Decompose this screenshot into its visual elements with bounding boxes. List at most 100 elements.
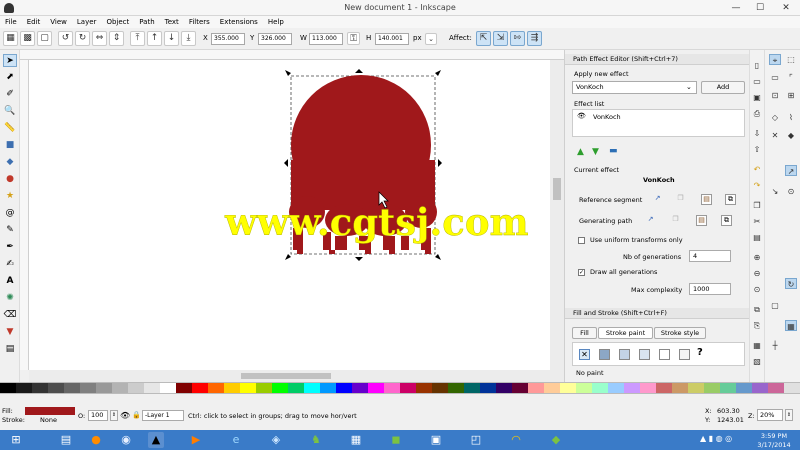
cut-icon[interactable]: ✂: [751, 216, 763, 227]
unit-dropdown-icon[interactable]: ⌄: [425, 33, 437, 45]
no-paint-icon[interactable]: ✕: [579, 349, 590, 360]
maximize-button[interactable]: ☐: [748, 0, 772, 16]
save-icon[interactable]: ▣: [751, 92, 763, 103]
undo-icon[interactable]: ↶: [751, 164, 763, 175]
lower-icon[interactable]: ↓: [164, 31, 179, 46]
move-up-icon[interactable]: ▲: [577, 147, 584, 157]
palette-swatch[interactable]: [80, 383, 96, 393]
palette-swatch[interactable]: [208, 383, 224, 393]
move-down-icon[interactable]: ▼: [592, 147, 599, 157]
open-icon[interactable]: ▭: [751, 76, 763, 87]
copy-generating-path-icon[interactable]: ❐: [670, 215, 681, 226]
palette-swatch[interactable]: [528, 383, 544, 393]
import-icon[interactable]: ⇩: [751, 128, 763, 139]
minimize-button[interactable]: —: [724, 0, 748, 16]
snap-paths-icon[interactable]: ⌇: [785, 112, 797, 123]
linear-gradient-icon[interactable]: [619, 349, 630, 360]
palette-swatch[interactable]: [0, 383, 16, 393]
flip-vertical-icon[interactable]: ⇕: [109, 31, 124, 46]
opacity-field[interactable]: 100: [88, 410, 108, 421]
scale-stroke-icon[interactable]: ⇱: [476, 31, 491, 46]
link-generating-path-icon[interactable]: ⧉: [721, 215, 732, 226]
color-palette[interactable]: [0, 382, 800, 394]
menu-view[interactable]: View: [45, 16, 72, 28]
eraser-tool-icon[interactable]: ⌫: [3, 309, 17, 322]
palette-swatch[interactable]: [752, 383, 768, 393]
palette-swatch[interactable]: [112, 383, 128, 393]
qq-icon[interactable]: ◉: [118, 432, 134, 448]
palette-swatch[interactable]: [160, 383, 176, 393]
zoom-selection-icon[interactable]: ⊕: [751, 252, 763, 263]
palette-swatch[interactable]: [304, 383, 320, 393]
clone-icon[interactable]: ⎘: [751, 320, 763, 331]
snap-cusp-nodes-icon[interactable]: ◆: [785, 130, 797, 141]
w-field[interactable]: 113.000: [309, 33, 343, 45]
firefox-icon[interactable]: ●: [88, 432, 104, 448]
tray-icons[interactable]: ▲ ▮ ◍ ◎: [700, 434, 732, 443]
palette-swatch[interactable]: [512, 383, 528, 393]
palette-swatch[interactable]: [608, 383, 624, 393]
add-effect-button[interactable]: Add: [701, 81, 745, 94]
palette-swatch[interactable]: [640, 383, 656, 393]
select-all-layers-icon[interactable]: ▩: [20, 31, 35, 46]
gradient-tool-icon[interactable]: ▤: [3, 343, 17, 356]
rotate-cw-icon[interactable]: ↻: [75, 31, 90, 46]
horizontal-scroll-thumb[interactable]: [241, 373, 331, 379]
edit-generating-path-icon[interactable]: ↗: [645, 215, 656, 226]
h-field[interactable]: 140.001: [375, 33, 409, 45]
palette-swatch[interactable]: [64, 383, 80, 393]
edit-on-canvas-icon[interactable]: ↗: [652, 194, 663, 205]
remove-effect-icon[interactable]: ▬: [609, 146, 618, 156]
video-icon[interactable]: ▣: [428, 432, 444, 448]
swatch-icon[interactable]: [679, 349, 690, 360]
palette-swatch[interactable]: [448, 383, 464, 393]
menu-edit[interactable]: Edit: [22, 16, 46, 28]
layer-dropdown[interactable]: -Layer 1: [142, 410, 184, 421]
duplicate-icon[interactable]: ⧉: [751, 304, 763, 315]
scale-corners-icon[interactable]: ⇲: [493, 31, 508, 46]
palette-swatch[interactable]: [320, 383, 336, 393]
layer-lock-icon[interactable]: 🔒: [132, 411, 141, 419]
app-icon[interactable]: ◈: [268, 432, 284, 448]
zoom-spinner-icon[interactable]: ⇕: [785, 409, 793, 421]
palette-swatch[interactable]: [784, 383, 800, 393]
copy-path-icon[interactable]: ❐: [675, 194, 686, 205]
spiral-tool-icon[interactable]: @: [3, 207, 17, 220]
game-icon[interactable]: ♞: [308, 432, 324, 448]
palette-swatch[interactable]: [400, 383, 416, 393]
tab-stroke-paint[interactable]: Stroke paint: [598, 327, 653, 339]
group-icon[interactable]: ▦: [751, 340, 763, 351]
export-icon[interactable]: ⇧: [751, 144, 763, 155]
menu-object[interactable]: Object: [101, 16, 134, 28]
measure-tool-icon[interactable]: 📏: [3, 122, 17, 135]
headphones-icon[interactable]: ◠: [508, 432, 524, 448]
clock-time[interactable]: 3:59 PM: [752, 432, 796, 440]
zoom-drawing-icon[interactable]: ⊖: [751, 268, 763, 279]
text-tool-icon[interactable]: A: [3, 275, 17, 288]
menu-file[interactable]: File: [0, 16, 22, 28]
snap-intersections-icon[interactable]: ✕: [769, 130, 781, 141]
palette-swatch[interactable]: [16, 383, 32, 393]
chevron-down-icon[interactable]: ⌄: [686, 83, 692, 91]
drawing-canvas[interactable]: www.cgtsj.com: [29, 60, 550, 370]
vertical-scrollbar[interactable]: [550, 60, 564, 382]
select-all-icon[interactable]: ▦: [3, 31, 18, 46]
inkscape-taskbar-icon[interactable]: ▲: [148, 432, 164, 448]
zoom-tool-icon[interactable]: 🔍: [3, 105, 17, 118]
utility-icon[interactable]: ◆: [548, 432, 564, 448]
network-icon[interactable]: ◰: [468, 432, 484, 448]
snap-smooth-nodes-icon[interactable]: ↗: [785, 165, 797, 176]
palette-swatch[interactable]: [592, 383, 608, 393]
tab-fill[interactable]: Fill: [572, 327, 597, 339]
tweak-tool-icon[interactable]: ✐: [3, 88, 17, 101]
rotate-ccw-icon[interactable]: ↺: [58, 31, 73, 46]
print-icon[interactable]: ⎙: [751, 108, 763, 119]
menu-filters[interactable]: Filters: [184, 16, 215, 28]
palette-swatch[interactable]: [560, 383, 576, 393]
node-tool-icon[interactable]: ⬈: [3, 71, 17, 84]
palette-swatch[interactable]: [352, 383, 368, 393]
close-button[interactable]: ✕: [772, 0, 800, 16]
enable-snapping-icon[interactable]: ⌖: [769, 54, 781, 65]
palette-swatch[interactable]: [704, 383, 720, 393]
menu-path[interactable]: Path: [134, 16, 159, 28]
